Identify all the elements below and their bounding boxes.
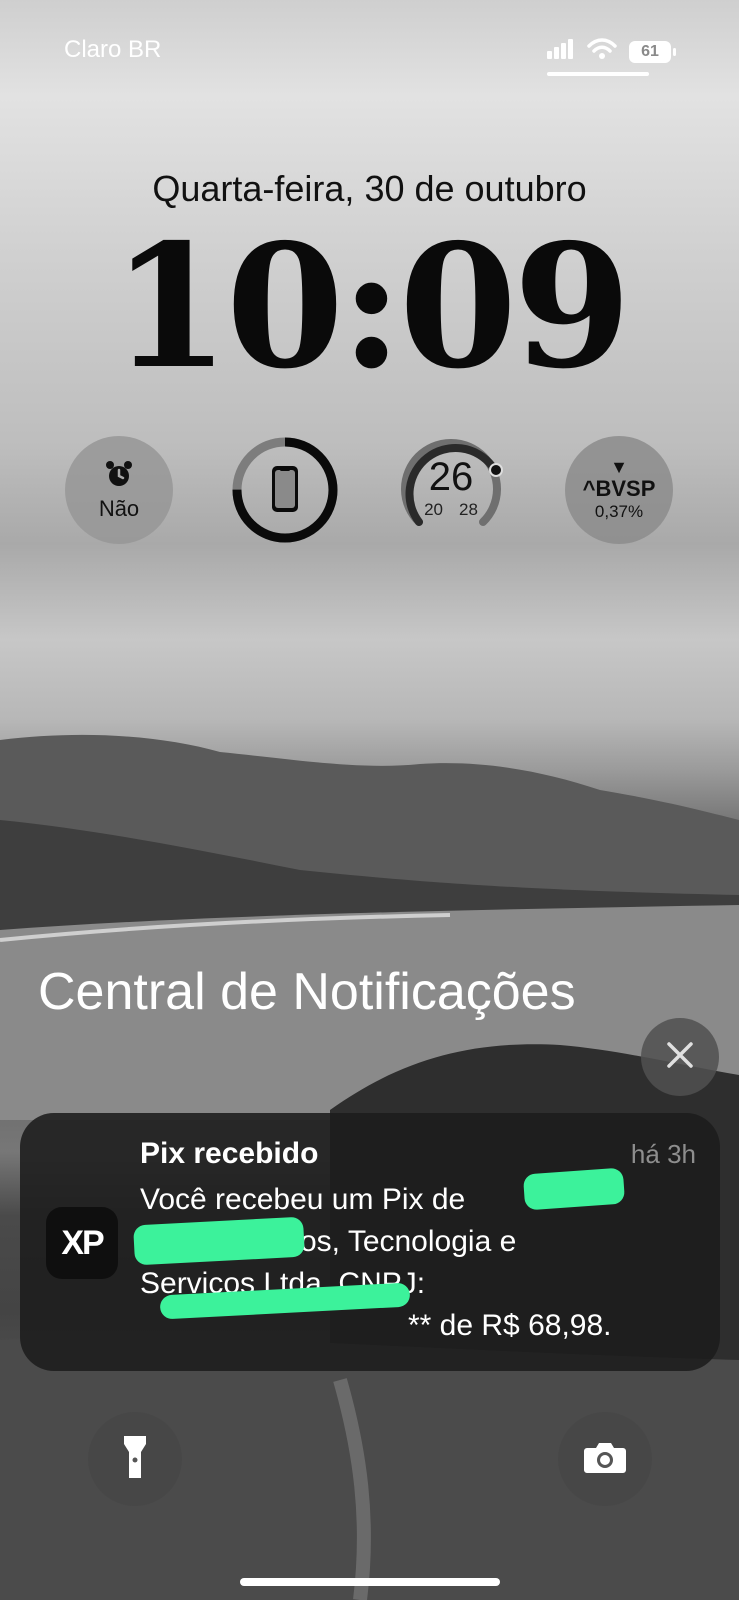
alarm-clock-icon (104, 459, 134, 494)
battery-ring (232, 437, 338, 543)
camera-button[interactable] (558, 1412, 652, 1506)
lock-date: Quarta-feira, 30 de outubro (152, 168, 587, 209)
redaction-mark (522, 1167, 626, 1211)
carrier-name: Claro BR (64, 36, 162, 63)
stock-direction-icon: ▼ (610, 457, 628, 477)
alarm-widget[interactable]: Não (65, 436, 173, 544)
stock-change: 0,37% (594, 502, 644, 521)
lock-clock: 10:09 (111, 207, 632, 407)
close-button[interactable] (641, 1018, 719, 1096)
weather-low: 20 (424, 499, 443, 519)
flashlight-button[interactable] (88, 1412, 182, 1506)
notification-body: Você recebeu um Pix de os, Tecnologia e … (140, 1179, 700, 1347)
signal-icon (547, 39, 575, 64)
notification-card[interactable]: XP Pix recebido há 3h Você recebeu um Pi… (20, 1113, 720, 1371)
alarm-label: Não (98, 495, 140, 521)
status-bar: Claro BR 61 (0, 36, 739, 66)
xp-app-icon: XP (46, 1207, 118, 1279)
close-icon (665, 1040, 695, 1075)
weather-widget[interactable]: 26 20 28 (397, 436, 505, 544)
notification-center-title: Central de Notificações (38, 963, 576, 1021)
home-indicator[interactable] (240, 1578, 500, 1586)
camera-icon (583, 1440, 627, 1479)
weather-current: 26 (428, 454, 474, 499)
stock-symbol: ^BVSP (582, 476, 656, 501)
device-battery-widget[interactable] (231, 436, 339, 544)
phone-icon (272, 466, 298, 512)
weather-high: 28 (459, 499, 478, 519)
status-underline (547, 72, 649, 76)
battery-icon: 61 (629, 40, 676, 63)
stock-widget[interactable]: ▼ ^BVSP 0,37% (565, 436, 673, 544)
status-icons: 61 (547, 38, 676, 65)
notification-title: Pix recebido (140, 1137, 319, 1170)
notification-time: há 3h (630, 1139, 696, 1169)
flashlight-icon (122, 1434, 148, 1485)
wifi-icon (587, 38, 617, 65)
